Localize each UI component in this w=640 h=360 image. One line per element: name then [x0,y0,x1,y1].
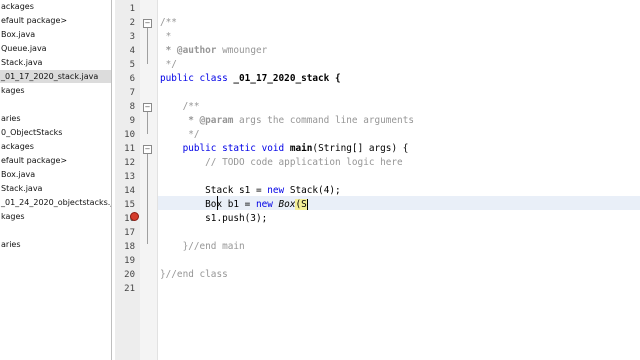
line-number: 19 [124,256,135,266]
tree-item[interactable]: kages [0,84,111,97]
mouse-ibeam-cursor-icon [216,196,219,210]
code-line-10: */ [160,129,200,140]
tree-item[interactable]: efault package> [0,154,111,167]
line-number: 20 [124,270,135,280]
line-number: 3 [129,32,135,42]
matching-paren-highlight: (S [295,199,307,210]
code-line-8: /** [160,101,200,112]
tree-item[interactable]: 0_ObjectStacks [0,126,111,139]
line-number: 14 [124,186,135,196]
tree-item[interactable]: efault package> [0,14,111,27]
code-line-2: /** [160,17,177,28]
code-line-12: // TODO code application logic here [160,157,403,168]
code-line-11: public static void main(String[] args) { [160,143,409,154]
tree-item[interactable]: Queue.java [0,42,111,55]
tree-item[interactable]: Stack.java [0,56,111,69]
code-line-4: * @author wmounger [160,45,268,56]
tree-item[interactable]: Box.java [0,28,111,41]
fold-toggle-icon[interactable]: − [143,19,152,28]
code-line-20: }//end class [160,269,228,280]
tree-item[interactable] [0,224,111,237]
line-number: 10 [124,130,135,140]
tree-item[interactable]: aries [0,112,111,125]
tree-item[interactable]: _01_24_2020_objectstacks.java [0,196,111,209]
line-number: 4 [129,46,135,56]
project-tree: ackages efault package> Box.java Queue.java… [0,0,112,360]
fold-guide [147,28,148,64]
text-caret [306,199,308,210]
code-line-14: Stack s1 = new Stack(4); [160,185,341,196]
code-line-6: public class _01_17_2020_stack { [160,73,341,84]
line-number: 13 [124,172,135,182]
code-line-18: }//end main [160,241,245,252]
tree-item[interactable]: ackages [0,140,111,153]
line-number: 2 [129,18,135,28]
error-marker-icon[interactable] [130,212,139,221]
line-number: 11 [124,144,135,154]
fold-toggle-icon[interactable]: − [143,145,152,154]
code-line-16: s1.push(3); [160,213,268,224]
line-number: 12 [124,158,135,168]
line-number: 21 [124,284,135,294]
line-number: 6 [129,74,135,84]
line-number: 7 [129,88,135,98]
tree-item[interactable] [0,98,111,111]
line-number: 8 [129,102,135,112]
line-number: 1 [129,4,135,14]
tree-item[interactable]: _01_17_2020_stack.java [0,70,111,83]
line-number: 18 [124,242,135,252]
line-number: 17 [124,228,135,238]
fold-toggle-icon[interactable]: − [143,103,152,112]
tree-item[interactable]: Box.java [0,168,111,181]
code-line-15: Box b1 = new Box(S [160,199,308,210]
code-line-5: */ [160,59,177,70]
line-number: 9 [129,116,135,126]
code-line-9: * @param args the command line arguments [160,115,414,126]
tree-item[interactable]: kages [0,210,111,223]
line-number: 15 [124,200,135,210]
line-number: 5 [129,60,135,70]
fold-guide [147,154,148,244]
fold-guide [147,112,148,134]
tree-item[interactable]: ackages [0,0,111,13]
code-line-3: * [160,31,172,42]
fold-margin [140,0,158,360]
tree-item[interactable]: Stack.java [0,182,111,195]
tree-item[interactable]: aries [0,238,111,251]
